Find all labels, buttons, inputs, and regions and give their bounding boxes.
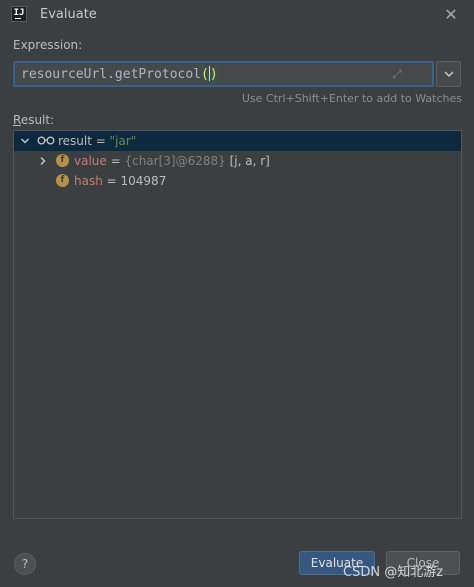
tree-row-result[interactable]: result = "jar" <box>14 131 461 151</box>
chevron-down-icon <box>444 71 454 78</box>
result-tree[interactable]: result = "jar" f value = {char[3]@6288} … <box>13 130 462 519</box>
tree-node-text: value = {char[3]@6288} [j, a, r] <box>74 151 270 171</box>
result-label: Result: <box>13 113 54 127</box>
add-to-watches-hint: Use Ctrl+Shift+Enter to add to Watches <box>241 92 462 105</box>
expression-open-paren: ( <box>201 67 209 82</box>
expression-text[interactable]: resourceUrl.getProtocol() <box>21 66 218 82</box>
result-label-mnemonic: R <box>13 113 21 127</box>
intellij-app-icon: IJ <box>11 6 27 22</box>
tree-row-value[interactable]: f value = {char[3]@6288} [j, a, r] <box>14 151 461 171</box>
node-value: [j, a, r] <box>225 154 270 168</box>
title-bar: IJ Evaluate ✕ <box>0 0 474 32</box>
expression-row: resourceUrl.getProtocol() ⤢ <box>13 61 461 87</box>
app-icon-text: IJ <box>13 8 25 18</box>
window-title: Evaluate <box>40 7 97 22</box>
result-label-rest: esult: <box>20 113 55 127</box>
tree-row-hash[interactable]: f hash = 104987 <box>14 171 461 191</box>
node-value: 104987 <box>120 174 167 188</box>
chevron-down-icon[interactable] <box>20 136 30 146</box>
field-icon: f <box>56 174 69 187</box>
tree-node-text: result = "jar" <box>58 131 136 151</box>
expression-text-main: resourceUrl.getProtocol <box>21 67 202 82</box>
node-name: value <box>74 154 107 168</box>
csdn-watermark: CSDN @知北游z <box>343 565 444 580</box>
node-equals: = <box>91 134 110 148</box>
node-value: "jar" <box>109 134 137 148</box>
node-equals: = <box>102 174 121 188</box>
history-dropdown-button[interactable] <box>436 61 461 87</box>
evaluate-dialog: IJ Evaluate ✕ Expression: resourceUrl.ge… <box>0 0 474 587</box>
node-equals: = <box>106 154 125 168</box>
chevron-right-icon[interactable] <box>38 156 48 166</box>
expression-input[interactable]: resourceUrl.getProtocol() ⤢ <box>13 61 434 87</box>
node-name: hash <box>74 174 103 188</box>
field-icon: f <box>56 154 69 167</box>
expression-label: Expression: <box>13 38 83 52</box>
expand-editor-icon[interactable]: ⤢ <box>390 67 404 81</box>
tree-node-text: hash = 104987 <box>74 171 166 191</box>
node-name: result <box>58 134 92 148</box>
help-button[interactable]: ? <box>14 553 36 575</box>
node-type-ref: {char[3]@6288} <box>124 154 226 168</box>
watch-glasses-icon <box>37 136 55 145</box>
close-icon[interactable]: ✕ <box>442 6 460 24</box>
expression-close-paren: ) <box>209 67 218 82</box>
